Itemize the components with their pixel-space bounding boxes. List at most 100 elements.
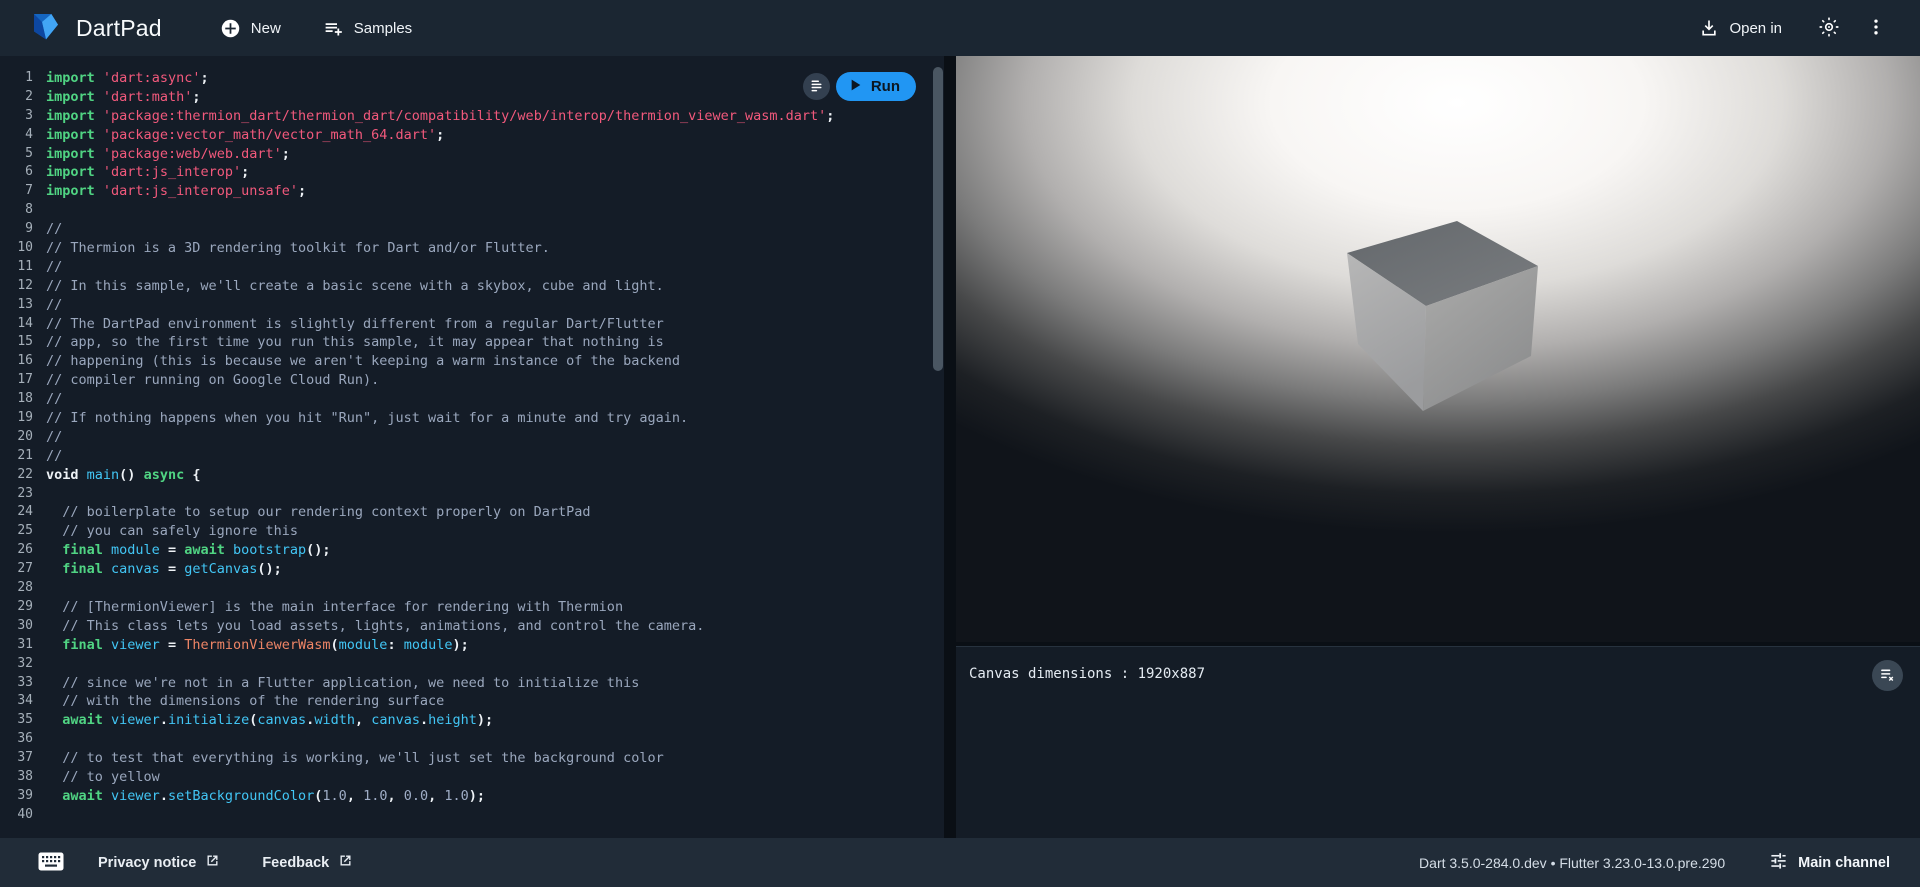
code-line[interactable]: 3import 'package:thermion_dart/thermion_… <box>0 107 944 126</box>
channel-label: Main channel <box>1798 855 1890 871</box>
code-line[interactable]: 14// The DartPad environment is slightly… <box>0 315 944 334</box>
panel-splitter[interactable] <box>944 56 956 838</box>
render-canvas[interactable] <box>956 56 1920 642</box>
feedback-link[interactable]: Feedback <box>262 853 353 872</box>
code-line[interactable]: 25 // you can safely ignore this <box>0 522 944 541</box>
code-line[interactable]: 15// app, so the first time you run this… <box>0 333 944 352</box>
code-text: import 'dart:js_interop_unsafe'; <box>46 182 306 201</box>
code-line[interactable]: 35 await viewer.initialize(canvas.width,… <box>0 711 944 730</box>
code-line[interactable]: 19// If nothing happens when you hit "Ru… <box>0 409 944 428</box>
code-line[interactable]: 24 // boilerplate to setup our rendering… <box>0 503 944 522</box>
code-line[interactable]: 18// <box>0 390 944 409</box>
code-line[interactable]: 33 // since we're not in a Flutter appli… <box>0 674 944 693</box>
code-line[interactable]: 2import 'dart:math'; <box>0 88 944 107</box>
code-line[interactable]: 6import 'dart:js_interop'; <box>0 163 944 182</box>
code-editor-panel[interactable]: 1import 'dart:async';2import 'dart:math'… <box>0 56 944 838</box>
code-line[interactable]: 34 // with the dimensions of the renderi… <box>0 692 944 711</box>
run-button[interactable]: Run <box>836 72 916 101</box>
code-lines: 1import 'dart:async';2import 'dart:math'… <box>0 56 944 825</box>
code-line[interactable]: 21// <box>0 447 944 466</box>
code-token: // Thermion is a 3D rendering toolkit fo… <box>46 240 550 256</box>
playlist-add-icon <box>323 18 344 39</box>
open-in-button[interactable]: Open in <box>1689 10 1792 46</box>
code-token: // [ThermionViewer] is the main interfac… <box>46 599 623 615</box>
clear-console-button[interactable] <box>1872 660 1903 691</box>
code-line[interactable]: 9// <box>0 220 944 239</box>
code-token: (); <box>306 542 330 558</box>
code-line[interactable]: 16// happening (this is because we aren'… <box>0 352 944 371</box>
code-line[interactable]: 29 // [ThermionViewer] is the main inter… <box>0 598 944 617</box>
line-number: 2 <box>0 88 33 107</box>
code-token <box>46 637 62 653</box>
code-token: // you can safely ignore this <box>46 523 298 539</box>
code-line[interactable]: 27 final canvas = getCanvas(); <box>0 560 944 579</box>
app-title: DartPad <box>76 15 162 42</box>
code-line[interactable]: 5import 'package:web/web.dart'; <box>0 145 944 164</box>
code-line[interactable]: 26 final module = await bootstrap(); <box>0 541 944 560</box>
code-text: // This class lets you load assets, ligh… <box>46 617 704 636</box>
code-token: main <box>87 467 120 483</box>
code-token: // happening (this is because we aren't … <box>46 353 680 369</box>
code-line[interactable]: 37 // to test that everything is working… <box>0 749 944 768</box>
line-number: 26 <box>0 541 33 560</box>
cube-render <box>956 56 1920 642</box>
line-number: 8 <box>0 201 33 220</box>
code-token: // since we're not in a Flutter applicat… <box>46 675 639 691</box>
channel-selector[interactable]: Main channel <box>1769 851 1890 875</box>
tune-icon <box>1769 851 1788 875</box>
code-token: { <box>184 467 200 483</box>
code-text: await viewer.initialize(canvas.width, ca… <box>46 711 493 730</box>
samples-button[interactable]: Samples <box>313 10 422 47</box>
new-button[interactable]: New <box>210 10 291 47</box>
code-token: // In this sample, we'll create a basic … <box>46 278 664 294</box>
code-line[interactable]: 23 <box>0 485 944 504</box>
code-text: // The DartPad environment is slightly d… <box>46 315 664 334</box>
code-token: = <box>160 542 184 558</box>
code-line[interactable]: 20// <box>0 428 944 447</box>
overflow-menu-button[interactable] <box>1858 9 1894 48</box>
code-line[interactable]: 8 <box>0 201 944 220</box>
code-line[interactable]: 38 // to yellow <box>0 768 944 787</box>
code-token: // <box>46 429 62 445</box>
code-token: 'package:vector_math/vector_math_64.dart… <box>103 127 436 143</box>
brightness-toggle-button[interactable] <box>1810 8 1848 49</box>
code-token: // boilerplate to setup our rendering co… <box>46 504 591 520</box>
code-line[interactable]: 28 <box>0 579 944 598</box>
code-line[interactable]: 40 <box>0 806 944 825</box>
code-text: // with the dimensions of the rendering … <box>46 692 444 711</box>
line-number: 10 <box>0 239 33 258</box>
code-line[interactable]: 30 // This class lets you load assets, l… <box>0 617 944 636</box>
line-number: 15 <box>0 333 33 352</box>
code-text: // Thermion is a 3D rendering toolkit fo… <box>46 239 550 258</box>
code-token <box>103 637 111 653</box>
code-token: 'package:thermion_dart/thermion_dart/com… <box>103 108 826 124</box>
code-text: import 'package:web/web.dart'; <box>46 145 290 164</box>
code-line[interactable]: 32 <box>0 655 944 674</box>
privacy-notice-link[interactable]: Privacy notice <box>98 853 220 872</box>
code-line[interactable]: 10 // Thermion is a 3D rendering toolkit … <box>0 239 944 258</box>
code-line[interactable]: 39 await viewer.setBackgroundColor(1.0, … <box>0 787 944 806</box>
keyboard-shortcuts-button[interactable] <box>32 846 70 880</box>
keyboard-icon <box>38 852 64 874</box>
samples-button-label: Samples <box>354 20 412 37</box>
code-text: // <box>46 428 62 447</box>
line-number: 4 <box>0 126 33 145</box>
line-number: 29 <box>0 598 33 617</box>
code-text: // <box>46 296 62 315</box>
code-line[interactable]: 17// compiler running on Google Cloud Ru… <box>0 371 944 390</box>
code-line[interactable]: 22void main() async { <box>0 466 944 485</box>
editor-scrollbar[interactable] <box>933 67 943 371</box>
code-line[interactable]: 11// <box>0 258 944 277</box>
code-token: ); <box>453 637 469 653</box>
code-token: // to test that everything is working, w… <box>46 750 664 766</box>
code-token: 'dart:js_interop' <box>103 164 241 180</box>
format-button[interactable] <box>803 73 830 100</box>
code-line[interactable]: 36 <box>0 730 944 749</box>
code-line[interactable]: 31 final viewer = ThermionViewerWasm(mod… <box>0 636 944 655</box>
code-line[interactable]: 4import 'package:vector_math/vector_math… <box>0 126 944 145</box>
code-line[interactable]: 7import 'dart:js_interop_unsafe'; <box>0 182 944 201</box>
code-token: ; <box>200 70 208 86</box>
code-line[interactable]: 12// In this sample, we'll create a basi… <box>0 277 944 296</box>
code-line[interactable]: 13// <box>0 296 944 315</box>
code-token: , <box>387 788 403 804</box>
